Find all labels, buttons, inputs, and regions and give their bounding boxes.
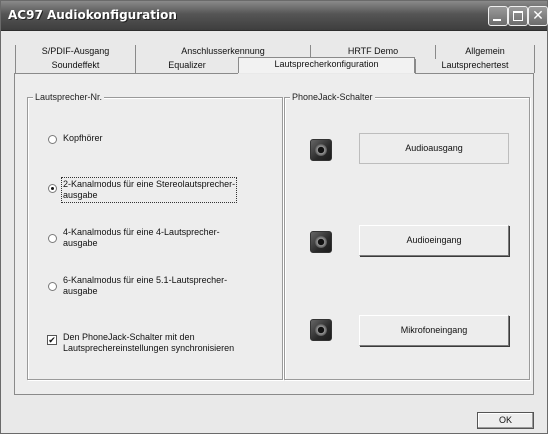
audio-jack-icon bbox=[310, 319, 332, 341]
label-6-kanalmodus[interactable]: 6-Kanalmodus für eine 5.1-Lautsprecher- … bbox=[63, 275, 227, 297]
tab-lautsprecherkonfiguration[interactable]: Lautsprecherkonfiguration bbox=[238, 57, 415, 73]
tab-allgemein[interactable]: Allgemein bbox=[435, 45, 535, 59]
maximize-button[interactable] bbox=[508, 6, 528, 26]
jack-ring bbox=[315, 236, 327, 248]
tab-equalizer[interactable]: Equalizer bbox=[135, 59, 238, 73]
mikrofoneingang-button[interactable]: Mikrofoneingang bbox=[359, 315, 509, 346]
sync-checkbox[interactable]: ✔ bbox=[47, 335, 57, 345]
minimize-button[interactable] bbox=[488, 6, 508, 26]
jack-ring bbox=[315, 324, 327, 336]
jack-ring bbox=[315, 144, 327, 156]
phonejack-group-legend: PhoneJack-Schalter bbox=[290, 92, 375, 102]
radio-6-kanalmodus[interactable] bbox=[48, 282, 57, 291]
minimize-icon bbox=[493, 19, 501, 21]
audioeingang-button[interactable]: Audioeingang bbox=[359, 225, 509, 256]
label-4-kanalmodus[interactable]: 4-Kanalmodus für eine 4-Lautsprecher- au… bbox=[63, 227, 220, 249]
close-button[interactable]: ✕ bbox=[528, 6, 548, 26]
audio-jack-icon bbox=[310, 231, 332, 253]
label-kopfhoerer[interactable]: Kopfhörer bbox=[63, 133, 103, 144]
title-bar[interactable]: AC97 Audiokonfiguration ✕ bbox=[1, 1, 548, 31]
ok-button[interactable]: OK bbox=[477, 412, 534, 429]
audio-config-window: AC97 Audiokonfiguration ✕ S/PDIF-Ausgang… bbox=[0, 0, 548, 434]
tab-spdif-ausgang[interactable]: S/PDIF-Ausgang bbox=[15, 45, 135, 59]
label-2-kanalmodus[interactable]: 2-Kanalmodus für eine Stereolautsprecher… bbox=[60, 177, 238, 203]
speaker-group-legend: Lautsprecher-Nr. bbox=[33, 92, 105, 102]
tab-lautsprechertest[interactable]: Lautsprechertest bbox=[415, 59, 535, 73]
maximize-icon bbox=[513, 11, 523, 21]
tab-soundeffekt[interactable]: Soundeffekt bbox=[15, 59, 135, 73]
label-sync-phonejack[interactable]: Den PhoneJack-Schalter mit den Lautsprec… bbox=[63, 332, 234, 354]
radio-kopfhoerer[interactable] bbox=[48, 135, 57, 144]
audioausgang-button[interactable]: Audioausgang bbox=[359, 133, 509, 164]
audio-jack-icon bbox=[310, 139, 332, 161]
window-title: AC97 Audiokonfiguration bbox=[8, 8, 177, 22]
radio-2-kanalmodus[interactable] bbox=[48, 184, 57, 193]
radio-selected-dot bbox=[51, 187, 54, 190]
radio-4-kanalmodus[interactable] bbox=[48, 234, 57, 243]
close-icon: ✕ bbox=[532, 8, 544, 24]
